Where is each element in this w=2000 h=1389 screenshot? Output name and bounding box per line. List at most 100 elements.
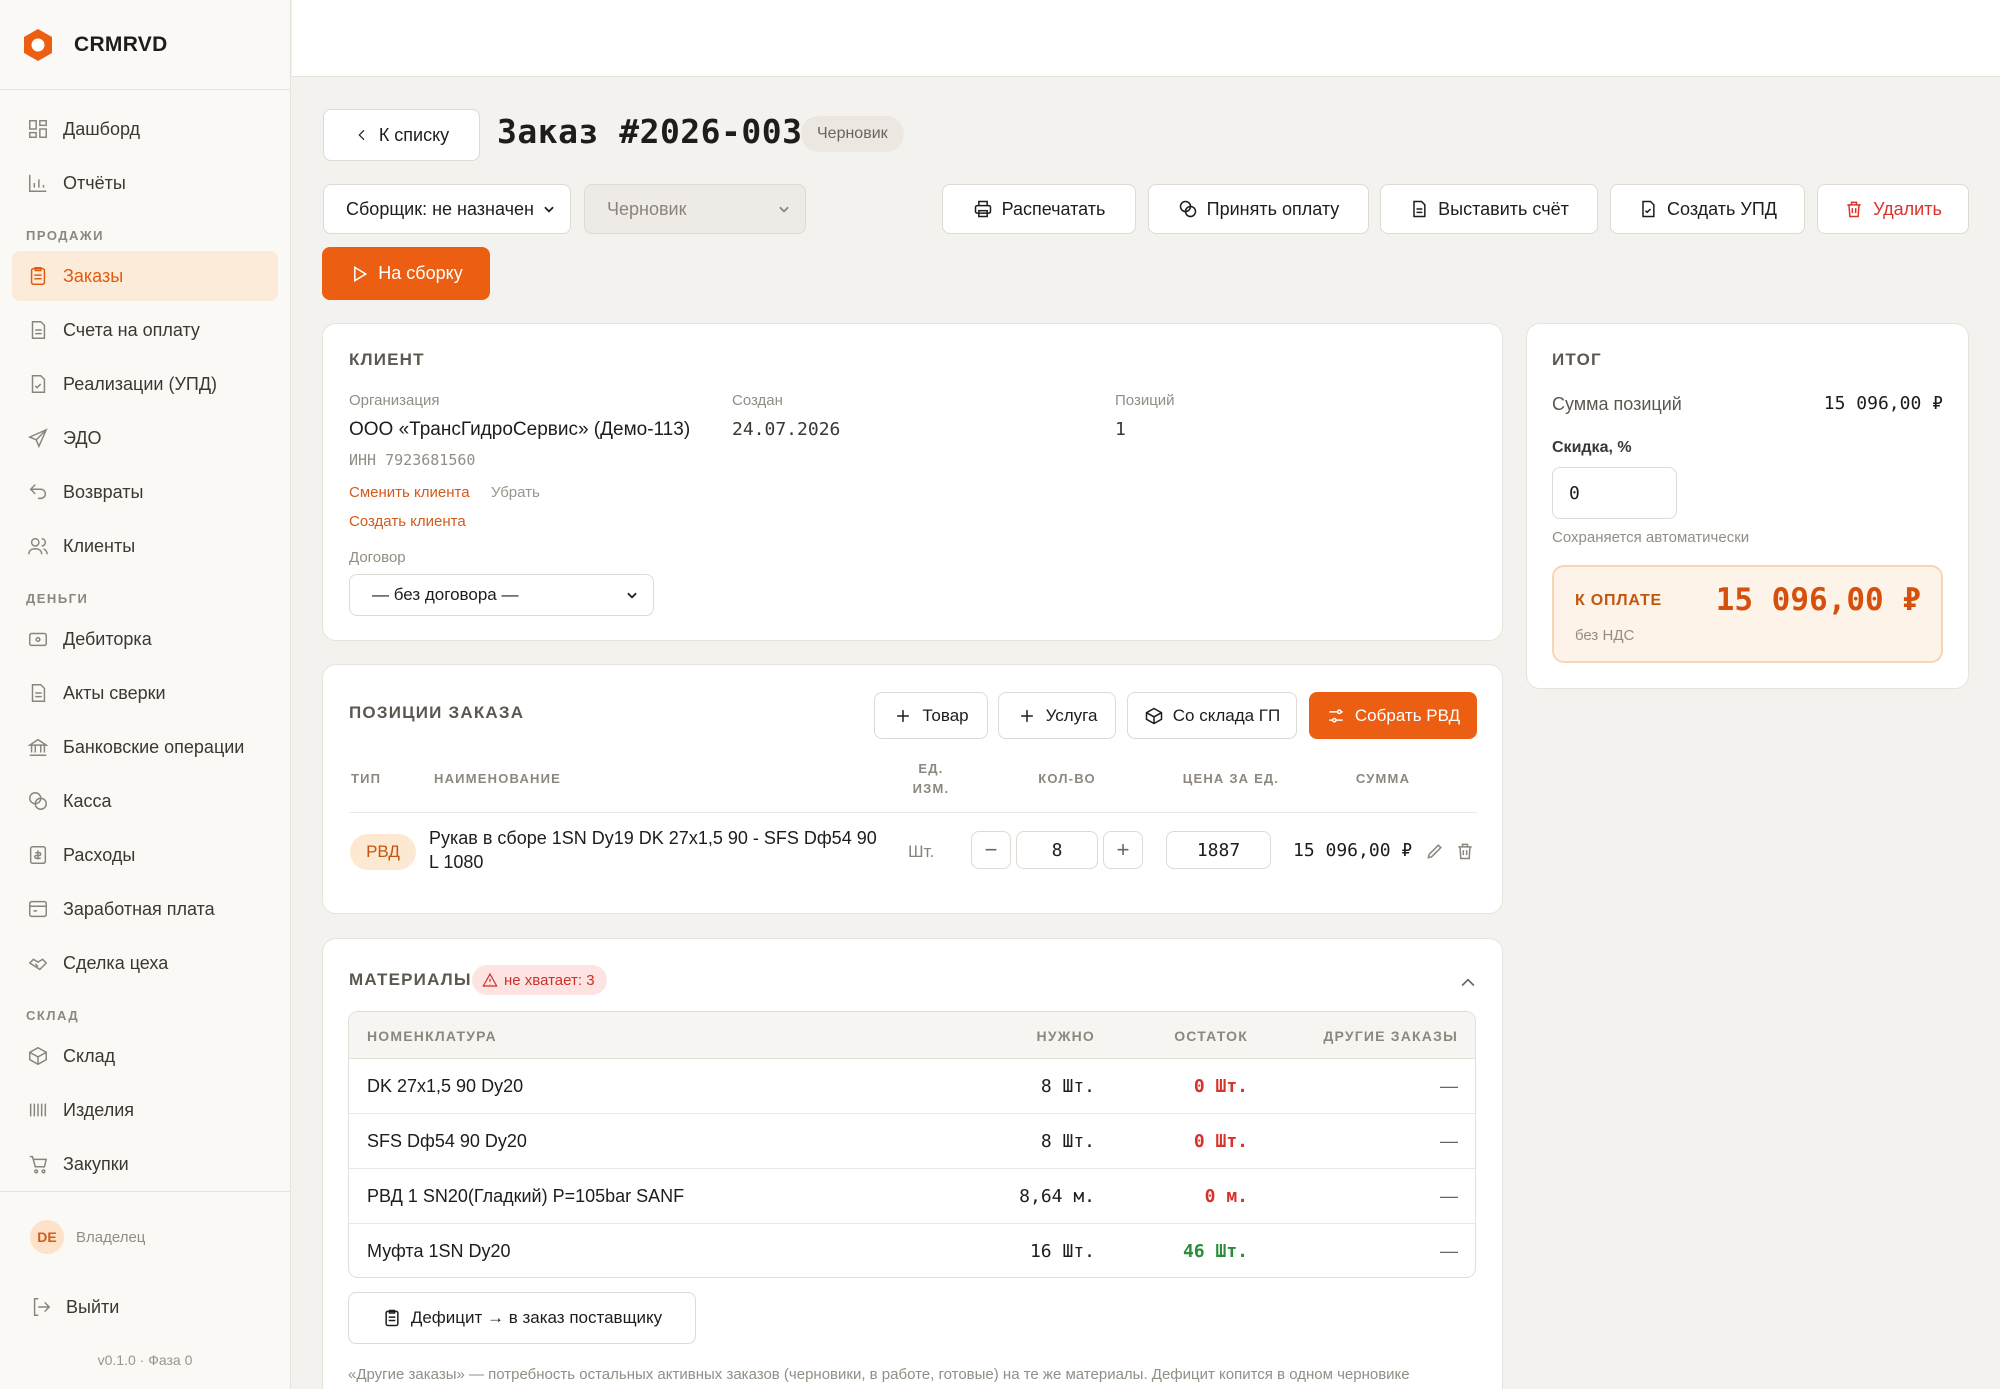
logout-button[interactable]: Выйти (30, 1296, 119, 1318)
position-unit: Шт. (908, 842, 935, 861)
qty-decrement-button[interactable]: − (971, 831, 1011, 869)
sum-value: 15 096,00 ₽ (1823, 393, 1943, 414)
header-divider (349, 812, 1477, 813)
create-upd-button[interactable]: Создать УПД (1610, 184, 1805, 234)
logout-icon (33, 1298, 51, 1316)
box-icon (29, 1046, 47, 1066)
sidebar-item-workshop-deal[interactable]: Сделка цеха (12, 938, 278, 988)
accept-payment-button[interactable]: Принять оплату (1148, 184, 1369, 234)
position-name-line1: Рукав в сборе 1SN Dy19 DK 27x1,5 90 - SF… (429, 828, 877, 848)
create-upd-label: Создать УПД (1667, 198, 1777, 219)
sidebar-item-returns[interactable]: Возвраты (12, 467, 278, 517)
col-qty: КОЛ-ВО (1038, 771, 1096, 786)
back-to-list-button[interactable]: К списку (323, 109, 480, 161)
to-assembly-button[interactable]: На сборку (322, 247, 490, 300)
change-client-link[interactable]: Сменить клиента (349, 484, 470, 501)
document-check-icon (1642, 200, 1655, 218)
sidebar-item-reports[interactable]: Отчёты (12, 158, 278, 208)
sidebar-item-salary[interactable]: Заработная плата (12, 884, 278, 934)
sidebar-item-edo[interactable]: ЭДО (12, 413, 278, 463)
sidebar-nav: Дашборд Отчёты ПРОДАЖИ Заказы Счета на о… (0, 104, 290, 1191)
edit-icon[interactable] (1425, 841, 1445, 861)
col-nomenclature: НОМЕНКЛАТУРА (367, 1028, 497, 1044)
send-icon (27, 428, 48, 449)
delete-button[interactable]: Удалить (1817, 184, 1969, 234)
chevron-down-icon (627, 592, 637, 599)
contract-select[interactable]: — без договора — (349, 574, 654, 616)
sidebar-item-expenses[interactable]: Расходы (12, 830, 278, 880)
bank-icon (27, 738, 49, 756)
to-pay-label: К ОПЛАТЕ (1575, 592, 1662, 609)
trash-icon[interactable] (1455, 841, 1475, 861)
sidebar-item-label: Склад (63, 1045, 116, 1066)
document-icon (31, 684, 46, 702)
position-name: Рукав в сборе 1SN Dy19 DK 27x1,5 90 - SF… (429, 826, 879, 874)
sidebar-item-products[interactable]: Изделия (12, 1085, 278, 1135)
sidebar-item-orders[interactable]: Заказы (12, 251, 278, 301)
from-stock-button[interactable]: Со склада ГП (1127, 692, 1297, 739)
material-need: 8,64 м. (1019, 1186, 1095, 1207)
sidebar-item-label: Сделка цеха (63, 952, 169, 973)
discount-input[interactable]: 0 (1552, 467, 1677, 519)
from-stock-label: Со склада ГП (1172, 705, 1281, 725)
user-role: Владелец (76, 1228, 146, 1246)
sidebar-item-purchases[interactable]: Закупки (12, 1139, 278, 1189)
printer-icon (974, 200, 991, 218)
nav-section-sales: ПРОДАЖИ (26, 228, 105, 243)
sidebar-item-reconciliation[interactable]: Акты сверки (12, 668, 278, 718)
deficit-to-supplier-button[interactable]: Дефицит → в заказ поставщику (348, 1292, 696, 1344)
invoice-button[interactable]: Выставить счёт (1380, 184, 1598, 234)
add-service-label: Услуга (1045, 705, 1098, 725)
client-card: КЛИЕНТ Организация ООО «ТрансГидроСервис… (322, 323, 1503, 641)
nav-section-money: ДЕНЬГИ (26, 591, 89, 606)
topbar (292, 0, 2000, 77)
col-other-orders: ДРУГИЕ ЗАКАЗЫ (1323, 1028, 1458, 1044)
print-button[interactable]: Распечатать (942, 184, 1136, 234)
material-name: Муфта 1SN Dy20 (367, 1241, 511, 1261)
add-product-button[interactable]: Товар (874, 692, 988, 739)
materials-card-title: МАТЕРИАЛЫ (349, 970, 472, 989)
sidebar-item-dashboard[interactable]: Дашборд (12, 104, 278, 154)
status-badge: Черновик (801, 116, 904, 152)
avatar: DE (30, 1220, 64, 1254)
material-other: — (1440, 1131, 1458, 1151)
status-select[interactable]: Черновик (584, 184, 806, 234)
sidebar-item-warehouse[interactable]: Склад (12, 1031, 278, 1081)
sidebar-item-label: Банковские операции (63, 736, 245, 757)
chart-icon (29, 174, 47, 192)
sidebar-item-cash[interactable]: Касса (12, 776, 278, 826)
sidebar-item-upd[interactable]: Реализации (УПД) (12, 359, 278, 409)
assembler-select[interactable]: Сборщик: не назначен (323, 184, 571, 234)
create-client-link[interactable]: Создать клиента (349, 513, 466, 530)
deficit-label: Дефицит → в заказ поставщику (410, 1308, 663, 1327)
to-pay-value: 15 096,00 ₽ (1715, 582, 1921, 618)
chevron-up-icon[interactable] (1458, 973, 1478, 993)
logo-icon (24, 28, 52, 61)
table-row: DK 27x1,5 90 Dy20 8 Шт. 0 Шт. — (349, 1059, 1475, 1114)
handshake-icon (28, 958, 48, 971)
nav-section-warehouse: СКЛАД (26, 1008, 80, 1023)
barcode-icon (29, 1103, 47, 1117)
sidebar-item-label: Возвраты (63, 481, 144, 502)
sidebar-item-clients[interactable]: Клиенты (12, 521, 278, 571)
price-input[interactable]: 1887 (1166, 831, 1271, 869)
add-service-button[interactable]: Услуга (998, 692, 1116, 739)
sidebar-item-bank[interactable]: Банковские операции (12, 722, 278, 772)
build-rvd-button[interactable]: Собрать РВД (1309, 692, 1477, 739)
chevron-down-icon (544, 206, 554, 213)
type-chip: РВД (350, 834, 416, 870)
inbox-icon (29, 900, 47, 918)
user-info[interactable]: DE Владелец (30, 1220, 145, 1254)
shortage-badge: не хватает: 3 (472, 965, 607, 995)
page-title: Заказ #2026-0030 (497, 112, 823, 151)
org-label: Организация (349, 392, 440, 409)
remove-client-link[interactable]: Убрать (491, 484, 540, 501)
sidebar-item-receivables[interactable]: Дебиторка (12, 614, 278, 664)
qty-increment-button[interactable]: + (1103, 831, 1143, 869)
sidebar-item-invoices[interactable]: Счета на оплату (12, 305, 278, 355)
brand[interactable]: CRMRVD (0, 0, 290, 90)
chevron-down-icon (779, 206, 789, 213)
users-icon (28, 537, 48, 555)
qty-input[interactable]: 8 (1016, 831, 1098, 869)
sidebar-footer: DE Владелец Выйти v0.1.0 · Фаза 0 (0, 1191, 290, 1389)
